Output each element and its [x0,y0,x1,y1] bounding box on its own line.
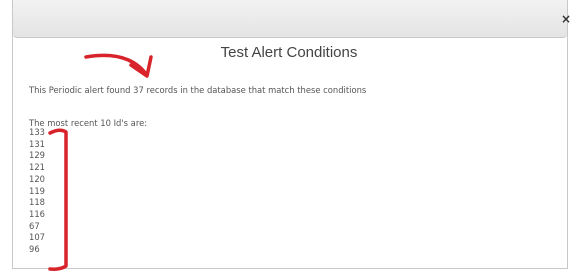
alert-dialog [12,0,568,269]
id-item: 119 [29,185,45,196]
dialog-title: Test Alert Conditions [220,44,358,61]
id-item: 120 [29,173,45,184]
id-list: 133 131 129 121 120 119 118 116 67 107 9… [29,127,45,256]
id-item: 96 [29,244,40,255]
result-summary: This Periodic alert found 37 records in … [29,85,367,95]
screen: × Test Alert Conditions This Periodic al… [0,0,578,271]
close-button[interactable]: × [561,13,571,25]
id-item: 116 [29,208,45,219]
id-item: 67 [29,220,40,231]
id-item: 131 [29,138,45,149]
recent-ids-heading: The most recent 10 Id's are: [29,118,148,128]
id-item: 133 [29,127,45,137]
dialog-titlebar [13,0,567,38]
id-item: 129 [29,150,45,161]
id-item: 107 [29,232,45,243]
id-item: 118 [29,197,45,208]
id-item: 121 [29,162,45,173]
